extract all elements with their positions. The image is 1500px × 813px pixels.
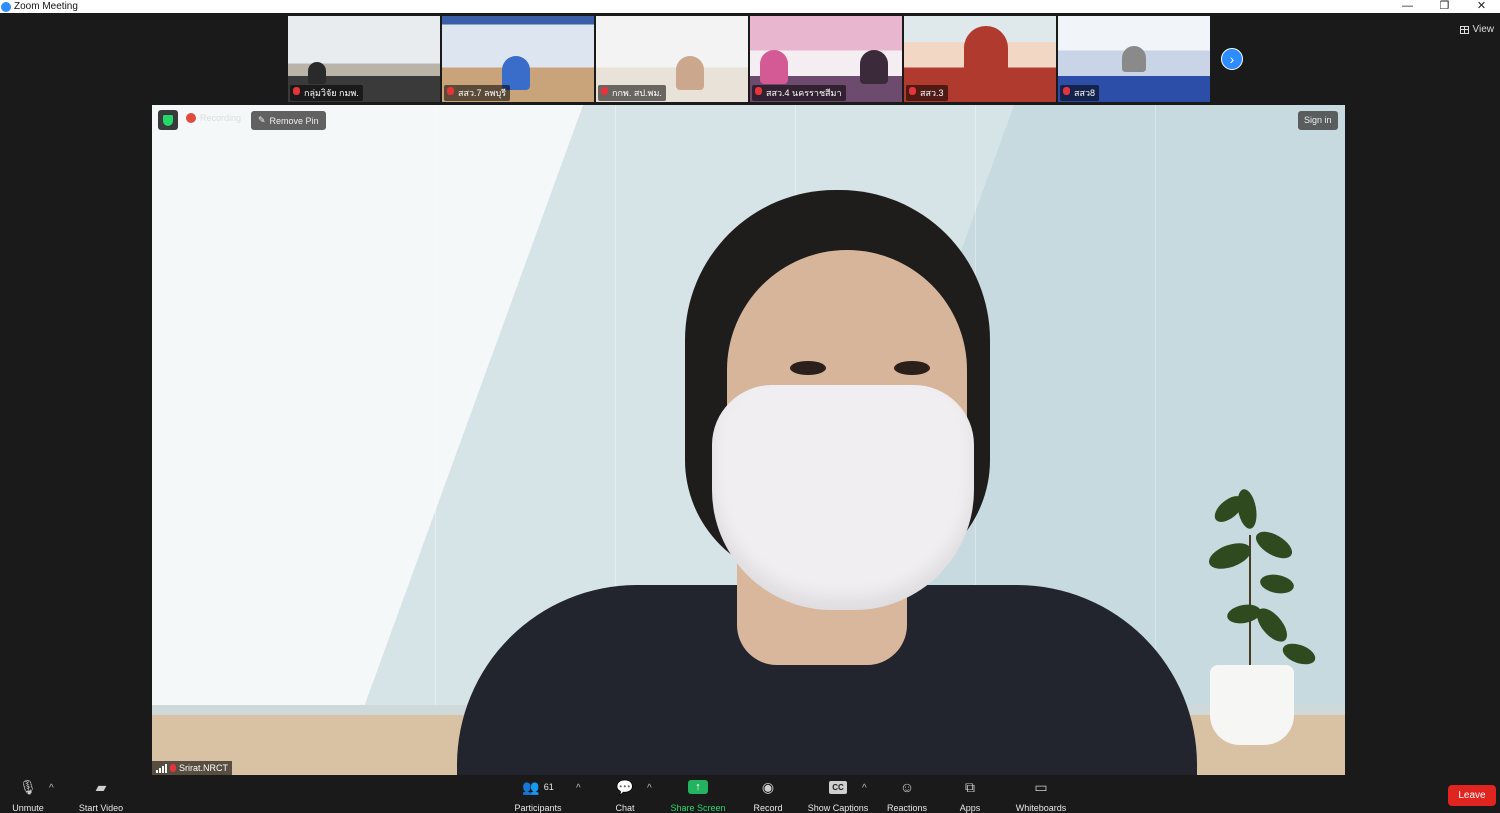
chat-icon: 💬 (616, 778, 634, 795)
share-screen-button[interactable]: ↑ Share Screen (668, 777, 728, 813)
whiteboards-label: Whiteboards (1015, 803, 1067, 813)
remove-pin-label: Remove Pin (269, 115, 319, 126)
captions-options-chevron-icon[interactable]: ^ (862, 783, 867, 794)
closed-captions-icon: CC (829, 780, 847, 794)
whiteboards-button[interactable]: ▭ Whiteboards (1010, 777, 1072, 813)
participant-name: สสว.7 ลพบุรี (444, 85, 511, 101)
plant-leaf (1258, 572, 1296, 596)
shield-icon (163, 114, 173, 126)
wall-panel-line (435, 105, 436, 705)
speaker-eye (894, 361, 930, 375)
recording-label: Recording (200, 113, 242, 123)
apps-icon: ⧉ (965, 778, 975, 795)
participant-name: สสว.3 (906, 85, 948, 101)
apps-button[interactable]: ⧉ Apps (954, 777, 986, 813)
gallery-grid-icon (1459, 25, 1469, 34)
unmute-button[interactable]: 🎙 Unmute (8, 777, 48, 813)
next-page-button[interactable]: › (1221, 48, 1243, 70)
zoom-logo-icon (1, 1, 11, 12)
participant-name: กกพ. สป.พม. (598, 85, 666, 101)
unmute-label: Unmute (12, 803, 44, 813)
participant-figure (860, 50, 888, 84)
participants-options-chevron-icon[interactable]: ^ (576, 783, 581, 794)
window-title: Zoom Meeting (14, 1, 78, 12)
participant-figure (964, 26, 1008, 102)
participant-name: สสว8 (1060, 85, 1100, 101)
reactions-button[interactable]: ☺ Reactions (884, 777, 930, 813)
participant-figure (676, 56, 704, 90)
chat-label: Chat (615, 803, 635, 813)
participant-thumbnail[interactable]: กลุ่มวิจัย กมพ. (288, 16, 440, 102)
participant-thumbnail[interactable]: สสว.7 ลพบุรี (442, 16, 594, 102)
participant-thumbnail[interactable]: สสว8 (1058, 16, 1210, 102)
chat-button[interactable]: 💬 Chat (607, 777, 643, 813)
record-label: Record (753, 803, 783, 813)
mic-muted-icon: 🎙 (19, 778, 37, 795)
encryption-shield-icon[interactable] (158, 110, 178, 130)
participant-thumbnail[interactable]: กกพ. สป.พม. (596, 16, 748, 102)
share-screen-label: Share Screen (670, 803, 726, 813)
participant-count: 61 (543, 782, 554, 792)
participant-figure (308, 62, 326, 84)
muted-mic-icon (170, 764, 176, 772)
share-screen-icon: ↑ (688, 780, 708, 794)
title-bar: Zoom Meeting — ❐ ✕ (0, 0, 1500, 13)
window-controls: — ❐ ✕ (1389, 0, 1500, 13)
chevron-right-icon: › (1229, 51, 1235, 67)
view-button-label: View (1472, 24, 1495, 35)
active-speaker-name: Srirat.NRCT (179, 763, 228, 773)
participant-name: สสว.4 นครราชสีมา (752, 85, 846, 101)
signal-strength-icon (156, 763, 167, 773)
audio-options-chevron-icon[interactable]: ^ (49, 783, 54, 794)
start-video-label: Start Video (78, 803, 124, 813)
participant-figure (1122, 46, 1146, 72)
participant-figure (760, 50, 788, 84)
meeting-toolbar: 🎙 Unmute ^ ▰ Start Video 👥 61 Participant… (0, 775, 1500, 813)
recording-dot-icon (186, 113, 196, 123)
speaker-eye (790, 361, 826, 375)
video-off-icon: ▰ (95, 778, 107, 795)
apps-label: Apps (959, 803, 981, 813)
recording-indicator: Recording (186, 113, 241, 123)
wall-panel-line (1155, 105, 1156, 705)
active-speaker-name-tag: Srirat.NRCT (152, 761, 232, 775)
whiteboard-icon: ▭ (1034, 778, 1048, 795)
participants-label: Participants (514, 803, 562, 813)
plant-pot (1210, 665, 1294, 745)
restore-button[interactable]: ❐ (1426, 0, 1463, 13)
start-video-button[interactable]: ▰ Start Video (72, 777, 130, 813)
leave-meeting-button[interactable]: Leave (1448, 785, 1496, 806)
plant-leaf (1205, 538, 1255, 574)
participant-name: กลุ่มวิจัย กมพ. (290, 85, 363, 101)
active-speaker-video (152, 105, 1345, 775)
record-button[interactable]: ◉ Record (748, 777, 788, 813)
minimize-button[interactable]: — (1389, 0, 1426, 13)
participants-button[interactable]: 👥 61 Participants (508, 777, 568, 813)
reactions-label: Reactions (886, 803, 928, 813)
close-window-button[interactable]: ✕ (1463, 0, 1500, 13)
participant-thumbnail[interactable]: สสว.4 นครราชสีมา (750, 16, 902, 102)
plant-leaf (1279, 639, 1319, 669)
remove-pin-button[interactable]: ✎ Remove Pin (251, 111, 326, 130)
participant-thumbnail[interactable]: สสว.3 (904, 16, 1056, 102)
view-button[interactable]: View (1459, 24, 1495, 35)
plant-leaf (1251, 603, 1293, 647)
plant-leaf (1234, 487, 1260, 531)
participant-thumbnail-strip: กลุ่มวิจัย กมพ. สสว.7 ลพบุรี กกพ. สป.พม.… (288, 16, 1210, 102)
plant-leaf (1251, 526, 1297, 564)
sign-in-button[interactable]: Sign in (1298, 111, 1338, 130)
participants-icon: 👥 61 (522, 778, 554, 795)
speaker-face-mask (712, 385, 974, 610)
pin-icon: ✎ (258, 115, 266, 125)
show-captions-label: Show Captions (807, 803, 869, 813)
chat-options-chevron-icon[interactable]: ^ (647, 783, 652, 794)
smiley-icon: ☺ (899, 779, 915, 795)
record-icon: ◉ (761, 778, 775, 795)
